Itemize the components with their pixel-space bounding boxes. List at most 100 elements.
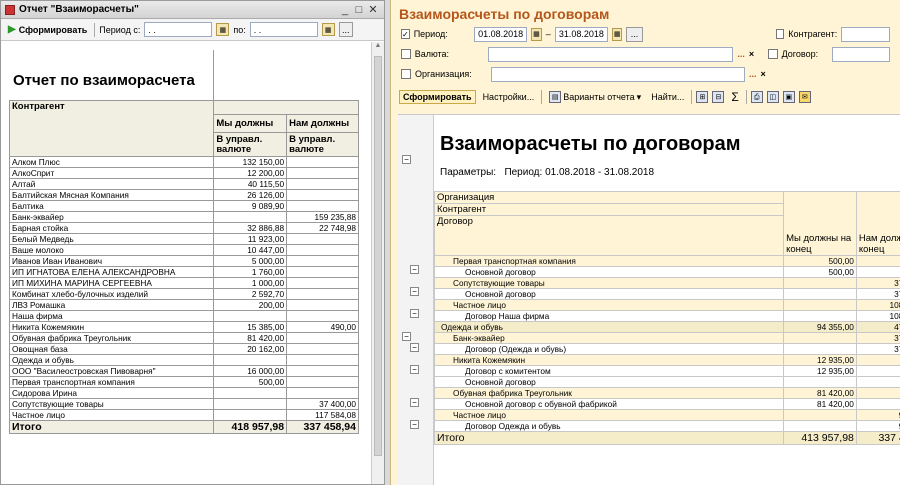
table-row: ООО "Василеостровская Пивоварня" 16 000,0… [8, 365, 359, 377]
expand-icon[interactable]: ⊞ [696, 91, 709, 103]
collapse-group-icon[interactable]: − [410, 420, 419, 430]
settings-button[interactable]: Настройки... [480, 91, 538, 103]
vertical-scrollbar[interactable]: ▲ [371, 42, 384, 484]
collapse-group-icon[interactable]: − [402, 331, 411, 341]
period-from-input[interactable]: . . [144, 22, 213, 37]
table-row: Сидорова Ирина [8, 387, 359, 399]
period-from-field[interactable]: 01.08.2018 [474, 26, 528, 42]
row-we-owe: 81 420,00 [213, 332, 288, 344]
row-contract: Частное лицо [433, 409, 785, 421]
row-they-owe [286, 266, 359, 278]
row-they-owe [286, 354, 359, 366]
period-to-field[interactable]: 31.08.2018 [554, 26, 608, 42]
collapse-group-icon[interactable]: − [410, 287, 419, 297]
row-contract: Обувная фабрика Треугольник [433, 387, 785, 399]
separator [691, 90, 693, 104]
row-we-owe [213, 211, 288, 223]
generate-report-button[interactable]: Сформировать [399, 90, 476, 104]
row-contract: Основной договор [433, 266, 785, 278]
left-report-title: Отчет по взаиморасчета [9, 50, 214, 100]
scroll-thumb[interactable] [374, 56, 382, 456]
row-they-owe [286, 178, 359, 190]
counterparty-input[interactable] [841, 26, 891, 42]
currency-checkbox[interactable] [401, 49, 411, 59]
row-we-owe [783, 343, 857, 355]
sum-icon[interactable]: Σ [728, 89, 741, 105]
generate-button[interactable]: ▶ Сформировать [5, 23, 90, 36]
mail-icon[interactable]: ✉ [798, 91, 811, 103]
currency-select-icon[interactable]: ... [737, 49, 745, 59]
maximize-icon[interactable]: □ [352, 4, 366, 16]
collapse-group-icon[interactable]: − [410, 364, 419, 374]
table-row: Основной договор с обувной фабрикой 81 42… [433, 398, 900, 410]
row-we-owe: 12 200,00 [213, 167, 288, 179]
currency-input[interactable] [488, 46, 734, 62]
row-they-owe [286, 376, 359, 388]
collapse-icon[interactable]: ⊟ [712, 91, 725, 103]
table-row: Балтика 9 089,90 [8, 200, 359, 212]
left-window: Отчет "Взаиморасчеты" _ □ ✕ ▶ Сформирова… [0, 0, 385, 485]
table-row: Алком Плюс 132 150,00 [8, 156, 359, 168]
left-window-title: Отчет "Взаиморасчеты" [19, 4, 139, 15]
scroll-up-icon[interactable]: ▲ [372, 42, 384, 54]
report-params: Параметры: Период: 01.08.2018 - 31.08.20… [434, 161, 900, 191]
org-select-icon[interactable]: ... [749, 69, 757, 79]
total-row: Итого 418 957,98 337 458,94 [8, 420, 359, 434]
contract-input[interactable] [831, 46, 891, 62]
period-checkbox[interactable]: ✓ [401, 29, 410, 39]
calendar-icon[interactable]: ▦ [321, 23, 335, 36]
table-row: Договор Одежда и обувь 9 156,00 [433, 420, 900, 432]
counterparty-checkbox[interactable] [775, 29, 785, 39]
period-select-button[interactable]: ... [626, 26, 643, 42]
preview-icon[interactable]: ◫ [766, 91, 779, 103]
row-they-owe [286, 277, 359, 289]
currency-clear-icon[interactable]: × [749, 49, 754, 59]
table-row: Частное лицо 108 428,08 [433, 299, 900, 311]
collapse-group-icon[interactable]: − [410, 342, 419, 352]
minimize-icon[interactable]: _ [338, 4, 352, 16]
period-to-input[interactable]: . . [249, 22, 318, 37]
save-icon[interactable]: ▣ [782, 91, 795, 103]
row-they-owe: 37 400,00 [855, 288, 900, 300]
row-they-owe [286, 387, 359, 399]
table-header-row: Контрагент [8, 100, 359, 157]
calendar-icon[interactable]: ▦ [611, 27, 623, 41]
row-we-owe: 200,00 [213, 299, 288, 311]
h-contract: Договор [433, 215, 785, 256]
collapse-group-icon[interactable]: − [410, 309, 419, 319]
calendar-icon[interactable]: ▦ [216, 23, 230, 36]
row-contract: Основной договор [433, 288, 785, 300]
collapse-group-icon[interactable]: − [410, 398, 419, 408]
row-we-owe: 16 000,00 [213, 365, 288, 377]
row-we-owe [783, 299, 857, 311]
org-clear-icon[interactable]: × [761, 69, 766, 79]
row-they-owe [286, 332, 359, 344]
print-icon[interactable]: ⎙ [750, 91, 763, 103]
period-select-button[interactable]: ... [338, 22, 353, 37]
row-counterparty: Балтика [8, 200, 215, 212]
row-they-owe: 159 235,88 [286, 211, 359, 223]
row-counterparty: Алком Плюс [8, 156, 215, 168]
org-checkbox[interactable] [401, 69, 411, 79]
contract-checkbox[interactable] [767, 49, 778, 59]
row-we-owe: 500,00 [783, 255, 857, 267]
org-input[interactable] [491, 66, 745, 82]
row-we-owe: 5 000,00 [213, 255, 288, 267]
row-they-owe: 9 156,00 [855, 420, 900, 432]
collapse-group-icon[interactable]: − [402, 155, 411, 164]
row-they-owe [855, 387, 900, 399]
calendar-icon[interactable]: ▦ [531, 27, 542, 41]
period-from-label: Период с: [99, 24, 141, 35]
currency-label: Валюта: [414, 49, 450, 59]
row-we-owe [213, 409, 288, 421]
find-button[interactable]: Найти... [648, 91, 687, 103]
row-we-owe: 94 355,00 [783, 321, 857, 333]
table-row: Комбинат хлебо-булочных изделий 2 592,70 [8, 288, 359, 300]
row-they-owe: 9 156,00 [855, 409, 900, 421]
table-row: Основной договор 37 400,00 [433, 288, 900, 300]
close-icon[interactable]: ✕ [366, 3, 380, 16]
total-we-owe: 418 957,98 [213, 420, 288, 434]
report-variants-button[interactable]: ▤ Варианты отчета ▾ [546, 90, 644, 104]
variants-label: Варианты отчета [563, 92, 635, 102]
collapse-group-icon[interactable]: − [410, 265, 419, 274]
